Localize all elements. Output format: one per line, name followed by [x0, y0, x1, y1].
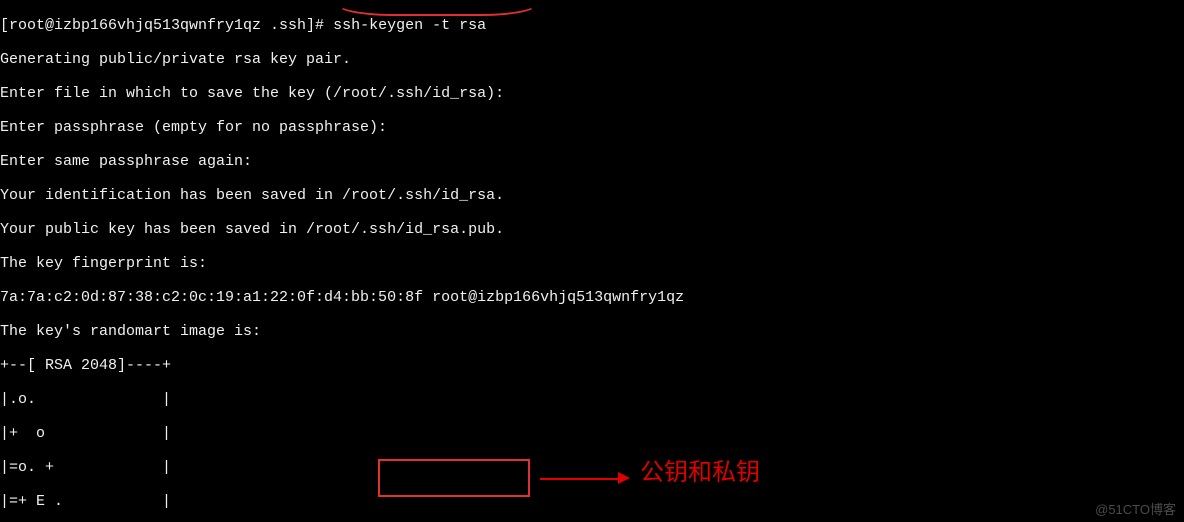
- annotation-arrow-icon: [540, 478, 620, 480]
- fingerprint-line: 7a:7a:c2:0d:87:38:c2:0c:19:a1:22:0f:d4:b…: [0, 289, 1184, 306]
- output-line: Your identification has been saved in /r…: [0, 187, 1184, 204]
- randomart-line: |.o. |: [0, 391, 1184, 408]
- shell-prompt: [root@izbp166vhjq513qwnfry1qz .ssh]#: [0, 17, 324, 34]
- command-sshkeygen: ssh-keygen -t rsa: [333, 17, 486, 34]
- output-line: The key's randomart image is:: [0, 323, 1184, 340]
- output-line: Generating public/private rsa key pair.: [0, 51, 1184, 68]
- output-line: Your public key has been saved in /root/…: [0, 221, 1184, 238]
- output-line: Enter file in which to save the key (/ro…: [0, 85, 1184, 102]
- output-line: Enter same passphrase again:: [0, 153, 1184, 170]
- randomart-line: +--[ RSA 2048]----+: [0, 357, 1184, 374]
- output-line: The key fingerprint is:: [0, 255, 1184, 272]
- randomart-line: |=+ E . |: [0, 493, 1184, 510]
- terminal-output[interactable]: [root@izbp166vhjq513qwnfry1qz .ssh]# ssh…: [0, 0, 1184, 522]
- annotation-arrowhead-icon: [618, 472, 630, 484]
- watermark-text: @51CTO博客: [1095, 501, 1176, 518]
- annotation-label: 公钥和私钥: [640, 464, 760, 481]
- randomart-line: |+ o |: [0, 425, 1184, 442]
- output-line: Enter passphrase (empty for no passphras…: [0, 119, 1184, 136]
- randomart-line: |=o. + |: [0, 459, 1184, 476]
